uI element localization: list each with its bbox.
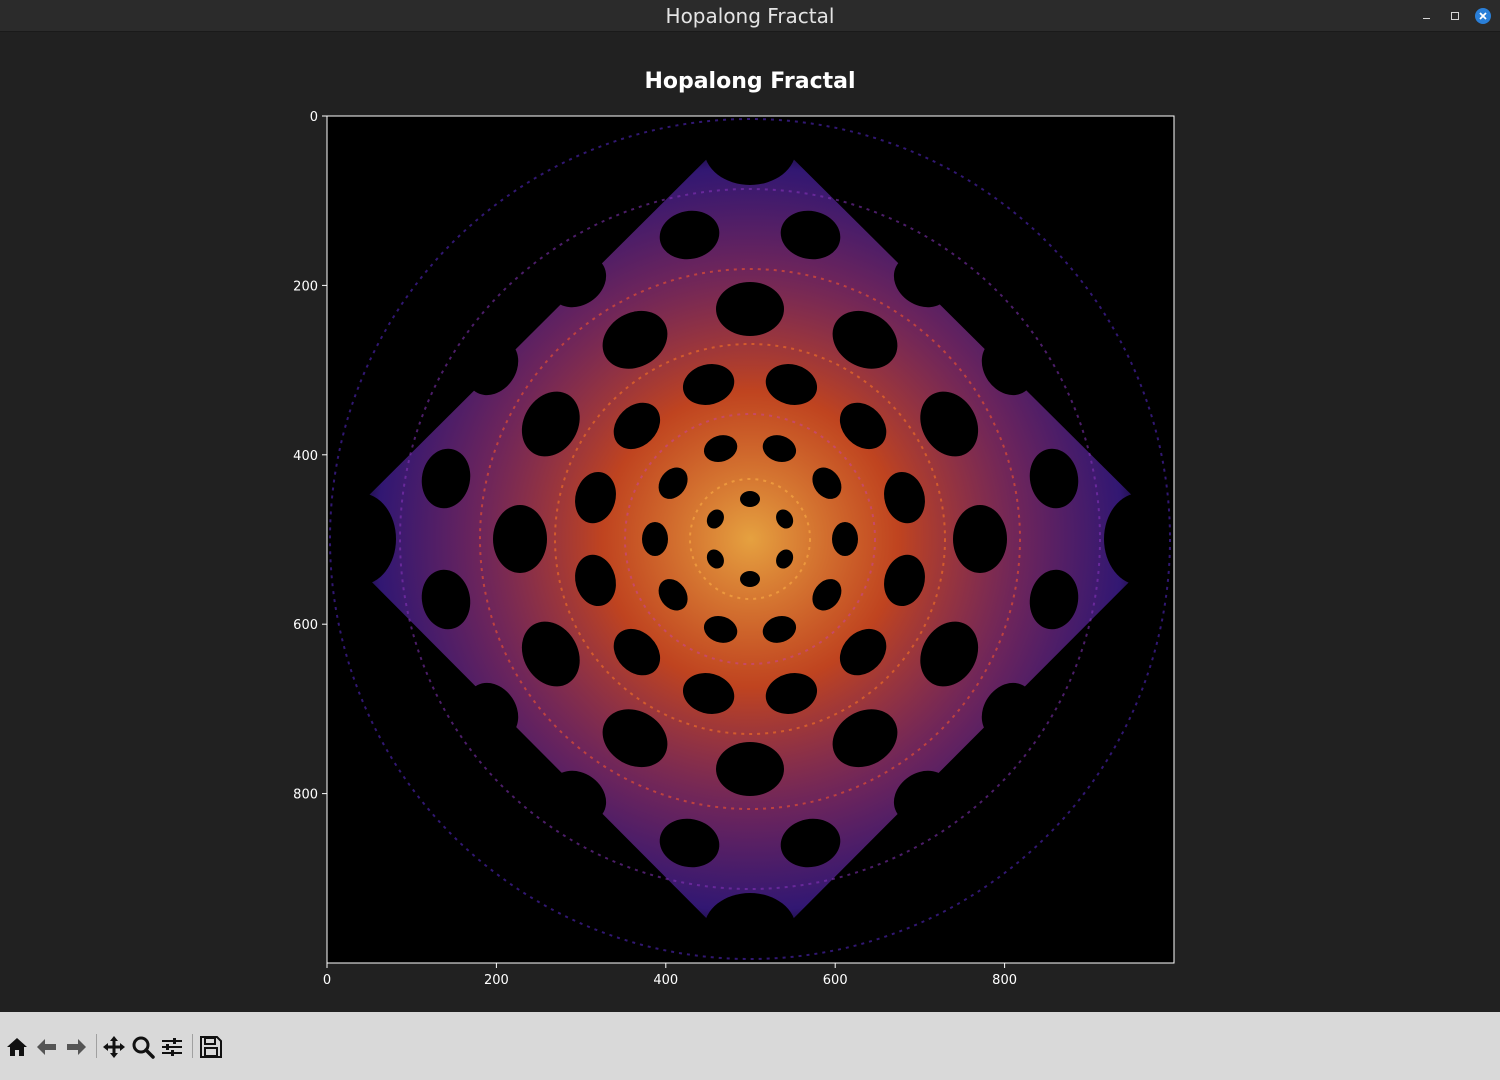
minimize-button[interactable] (1418, 7, 1436, 25)
back-icon (37, 1039, 56, 1055)
x-tick-label: 600 (823, 973, 848, 988)
axes: 0 200 400 600 800 0 200 400 600 800 (293, 110, 1175, 988)
zoom-button[interactable] (130, 1034, 156, 1060)
forward-icon (67, 1039, 86, 1055)
x-axis: 0 200 400 600 800 (323, 963, 1017, 988)
x-tick-label: 800 (992, 973, 1017, 988)
back-button[interactable] (34, 1034, 60, 1060)
y-tick-label: 800 (293, 788, 318, 803)
configure-subplots-icon (162, 1038, 182, 1056)
pan-button[interactable] (101, 1034, 127, 1060)
x-tick-label: 400 (653, 973, 678, 988)
x-tick-label: 200 (484, 973, 509, 988)
forward-button[interactable] (63, 1034, 89, 1060)
zoom-icon (132, 1036, 155, 1059)
close-icon (1479, 12, 1487, 20)
close-button[interactable] (1474, 7, 1492, 25)
navigation-toolbar (0, 1012, 1500, 1080)
figure-canvas[interactable]: Hopalong Fractal 0 200 400 600 800 0 200 400 60… (0, 32, 1500, 1012)
y-tick-label: 200 (293, 279, 318, 294)
maximize-icon (1451, 12, 1459, 20)
home-icon (7, 1038, 27, 1056)
maximize-button[interactable] (1446, 7, 1464, 25)
y-axis: 0 200 400 600 800 (293, 110, 327, 803)
window-title: Hopalong Fractal (665, 4, 835, 28)
configure-subplots-button[interactable] (159, 1034, 185, 1060)
x-tick-label: 0 (323, 973, 331, 988)
y-tick-label: 0 (310, 110, 318, 125)
home-button[interactable] (4, 1034, 30, 1060)
window-titlebar: Hopalong Fractal (0, 0, 1500, 32)
minimize-icon (1423, 18, 1430, 19)
save-button[interactable] (198, 1034, 224, 1060)
save-icon (200, 1036, 222, 1058)
pan-icon (103, 1036, 125, 1058)
y-tick-label: 400 (293, 449, 318, 464)
y-tick-label: 600 (293, 618, 318, 633)
